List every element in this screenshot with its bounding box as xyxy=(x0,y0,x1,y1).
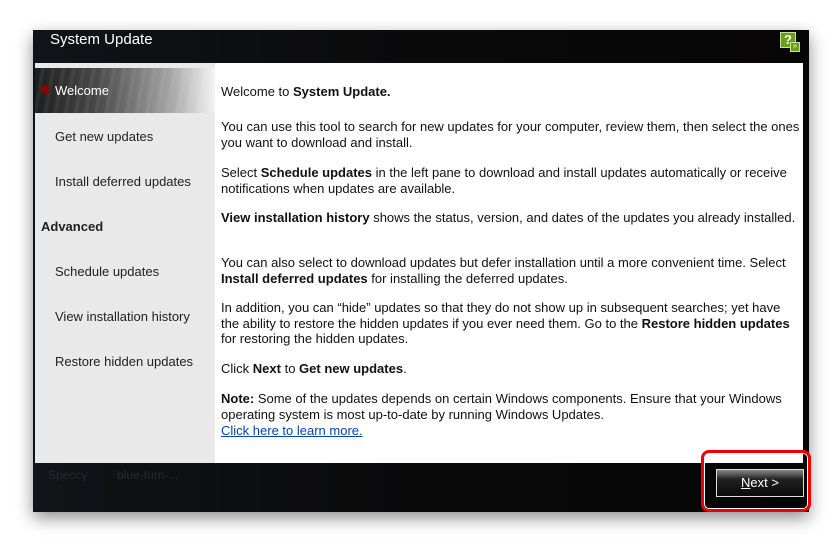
history-text: View installation history shows the stat… xyxy=(221,210,796,225)
active-dot-icon xyxy=(41,85,50,94)
chevron-down-icon[interactable]: » xyxy=(790,42,800,52)
next-highlight: Next > xyxy=(701,450,811,512)
sidebar-item-view-installation-history[interactable]: View installation history xyxy=(55,309,190,324)
system-update-window: System Update ? » Welcome Get new update… xyxy=(33,30,811,512)
learn-more-link[interactable]: Click here to learn more. xyxy=(221,423,363,438)
deferred-text: You can also select to download updates … xyxy=(221,255,786,286)
hide-text: In addition, you can “hide” updates so t… xyxy=(221,300,790,346)
sidebar-item-label: Welcome xyxy=(55,83,109,98)
next-text: Click Next to Get new updates. xyxy=(221,361,407,376)
sidebar-item-restore-hidden-updates[interactable]: Restore hidden updates xyxy=(55,354,193,369)
background-item: blue-turn-... xyxy=(117,468,179,482)
background-item: Speccy xyxy=(48,468,88,482)
content-panel: Welcome Get new updates Install deferred… xyxy=(35,63,803,463)
sidebar-item-get-new-updates[interactable]: Get new updates xyxy=(55,129,153,144)
note-text: Note: Some of the updates depends on cer… xyxy=(221,391,782,422)
window-title: System Update xyxy=(50,31,153,48)
advanced-header: Advanced xyxy=(41,219,104,234)
next-button[interactable]: Next > xyxy=(716,469,804,497)
welcome-heading: Welcome to System Update. xyxy=(221,84,391,99)
intro-text: You can use this tool to search for new … xyxy=(221,119,800,150)
schedule-text: Select Schedule updates in the left pane… xyxy=(221,165,787,196)
sidebar-item-schedule-updates[interactable]: Schedule updates xyxy=(55,264,159,279)
sidebar-item-welcome[interactable]: Welcome xyxy=(35,68,215,113)
sidebar-item-install-deferred-updates[interactable]: Install deferred updates xyxy=(55,174,191,189)
sidebar: Welcome Get new updates Install deferred… xyxy=(35,63,215,463)
